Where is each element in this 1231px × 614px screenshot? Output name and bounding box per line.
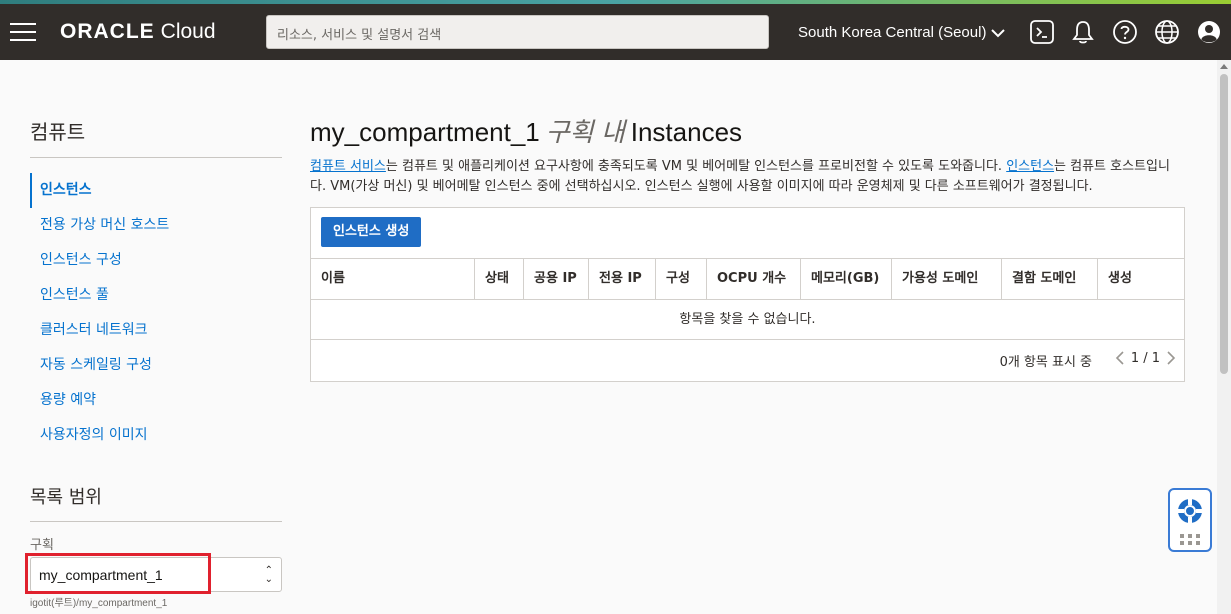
- create-instance-button[interactable]: 인스턴스 생성: [321, 217, 422, 247]
- region-selector[interactable]: South Korea Central (Seoul): [798, 24, 1006, 41]
- cloud-shell-icon[interactable]: [1028, 18, 1056, 46]
- column-header-fault-domain[interactable]: 결함 도메인: [1002, 259, 1098, 299]
- sidebar-item-autoscaling[interactable]: 자동 스케일링 구성: [30, 348, 282, 383]
- user-icon[interactable]: [1195, 18, 1223, 46]
- table-header: 이름 상태 공용 IP 전용 IP 구성 OCPU 개수 메모리(GB) 가용성…: [311, 258, 1184, 300]
- instances-table: 이름 상태 공용 IP 전용 IP 구성 OCPU 개수 메모리(GB) 가용성…: [311, 258, 1184, 380]
- compute-service-link[interactable]: 컴퓨트 서비스: [310, 159, 386, 174]
- empty-message: 항목을 찾을 수 없습니다.: [311, 300, 1184, 340]
- column-header-state[interactable]: 상태: [475, 259, 524, 299]
- sidebar-item-capacity-reservations[interactable]: 용량 예약: [30, 383, 282, 418]
- compartment-path: igotit(루트)/my_compartment_1: [30, 598, 168, 609]
- pagination: 1 / 1: [1115, 350, 1176, 366]
- main-content: my_compartment_1 구획 내 Instances 컴퓨트 서비스는 컴…: [310, 60, 1185, 382]
- chevron-left-icon[interactable]: [1115, 350, 1125, 366]
- sidebar-title: 컴퓨트: [30, 116, 282, 158]
- region-label: South Korea Central (Seoul): [798, 24, 987, 41]
- chevron-down-icon: [991, 28, 1006, 37]
- column-header-ocpu-count[interactable]: OCPU 개수: [707, 259, 801, 299]
- logo-brand: ORACLE: [60, 20, 155, 43]
- hamburger-menu-icon[interactable]: [10, 23, 36, 41]
- scroll-up-arrow-icon[interactable]: [1220, 64, 1228, 69]
- lifebuoy-icon: [1178, 499, 1202, 523]
- sidebar-item-instance-configurations[interactable]: 인스턴스 구성: [30, 243, 282, 278]
- title-compartment: my_compartment_1: [310, 117, 540, 147]
- sidebar-item-custom-images[interactable]: 사용자정의 이미지: [30, 418, 282, 453]
- instance-link[interactable]: 인스턴스: [1006, 159, 1054, 174]
- list-scope-title: 목록 범위: [30, 483, 282, 522]
- sidebar-nav: 인스턴스 전용 가상 머신 호스트 인스턴스 구성 인스턴스 풀 클러스터 네트…: [30, 173, 282, 453]
- sidebar-item-instance-pools[interactable]: 인스턴스 풀: [30, 278, 282, 313]
- bell-icon[interactable]: [1069, 18, 1097, 46]
- grip-dots-icon: [1180, 534, 1200, 545]
- chevron-right-icon[interactable]: [1166, 350, 1176, 366]
- column-header-public-ip[interactable]: 공용 IP: [524, 259, 589, 299]
- compartment-label: 구획: [30, 538, 54, 553]
- globe-icon[interactable]: [1153, 18, 1181, 46]
- oracle-cloud-logo[interactable]: ORACLE Cloud: [60, 20, 216, 44]
- help-icon[interactable]: [1111, 18, 1139, 46]
- sidebar-item-dedicated-vm-hosts[interactable]: 전용 가상 머신 호스트: [30, 208, 282, 243]
- sidebar-item-instances[interactable]: 인스턴스: [30, 173, 282, 208]
- title-resource: Instances: [630, 117, 743, 147]
- sidebar-item-cluster-networks[interactable]: 클러스터 네트워크: [30, 313, 282, 348]
- page-scrollbar[interactable]: [1217, 60, 1231, 614]
- column-header-created[interactable]: 생성: [1098, 259, 1184, 299]
- title-in: 구획 내: [545, 117, 625, 147]
- table-footer: 0개 항목 표시 중 1 / 1: [311, 340, 1184, 380]
- top-navigation-bar: ORACLE Cloud 리소스, 서비스 및 설명서 검색 South Kor…: [0, 4, 1231, 60]
- search-input[interactable]: 리소스, 서비스 및 설명서 검색: [266, 15, 769, 49]
- column-header-name[interactable]: 이름: [311, 259, 475, 299]
- column-header-private-ip[interactable]: 전용 IP: [589, 259, 656, 299]
- highlight-box: [25, 553, 211, 594]
- page-title: my_compartment_1 구획 내 Instances: [310, 112, 1185, 149]
- help-widget[interactable]: [1168, 488, 1212, 552]
- scrollbar-thumb[interactable]: [1220, 74, 1228, 374]
- desc-text-1: 는 컴퓨트 및 애플리케이션 요구사항에 충족되도록 VM 및 베어메탈 인스턴…: [385, 159, 1007, 174]
- instances-panel: 인스턴스 생성 이름 상태 공용 IP 전용 IP 구성 OCPU 개수 메모리…: [310, 207, 1185, 382]
- column-header-memory[interactable]: 메모리(GB): [801, 259, 892, 299]
- item-count: 0개 항목 표시 중: [999, 355, 1092, 370]
- page-indicator: 1 / 1: [1130, 350, 1160, 366]
- sidebar: 컴퓨트 인스턴스 전용 가상 머신 호스트 인스턴스 구성 인스턴스 풀 클러스…: [25, 60, 282, 609]
- column-header-availability-domain[interactable]: 가용성 도메인: [892, 259, 1002, 299]
- compartment-select[interactable]: my_compartment_1 ⌃ ⌄: [25, 553, 282, 594]
- column-header-shape[interactable]: 구성: [656, 259, 707, 299]
- logo-sub: Cloud: [160, 20, 216, 43]
- page-description: 컴퓨트 서비스는 컴퓨트 및 애플리케이션 요구사항에 충족되도록 VM 및 베…: [310, 157, 1185, 197]
- select-arrows-icon: ⌃ ⌄: [264, 565, 273, 585]
